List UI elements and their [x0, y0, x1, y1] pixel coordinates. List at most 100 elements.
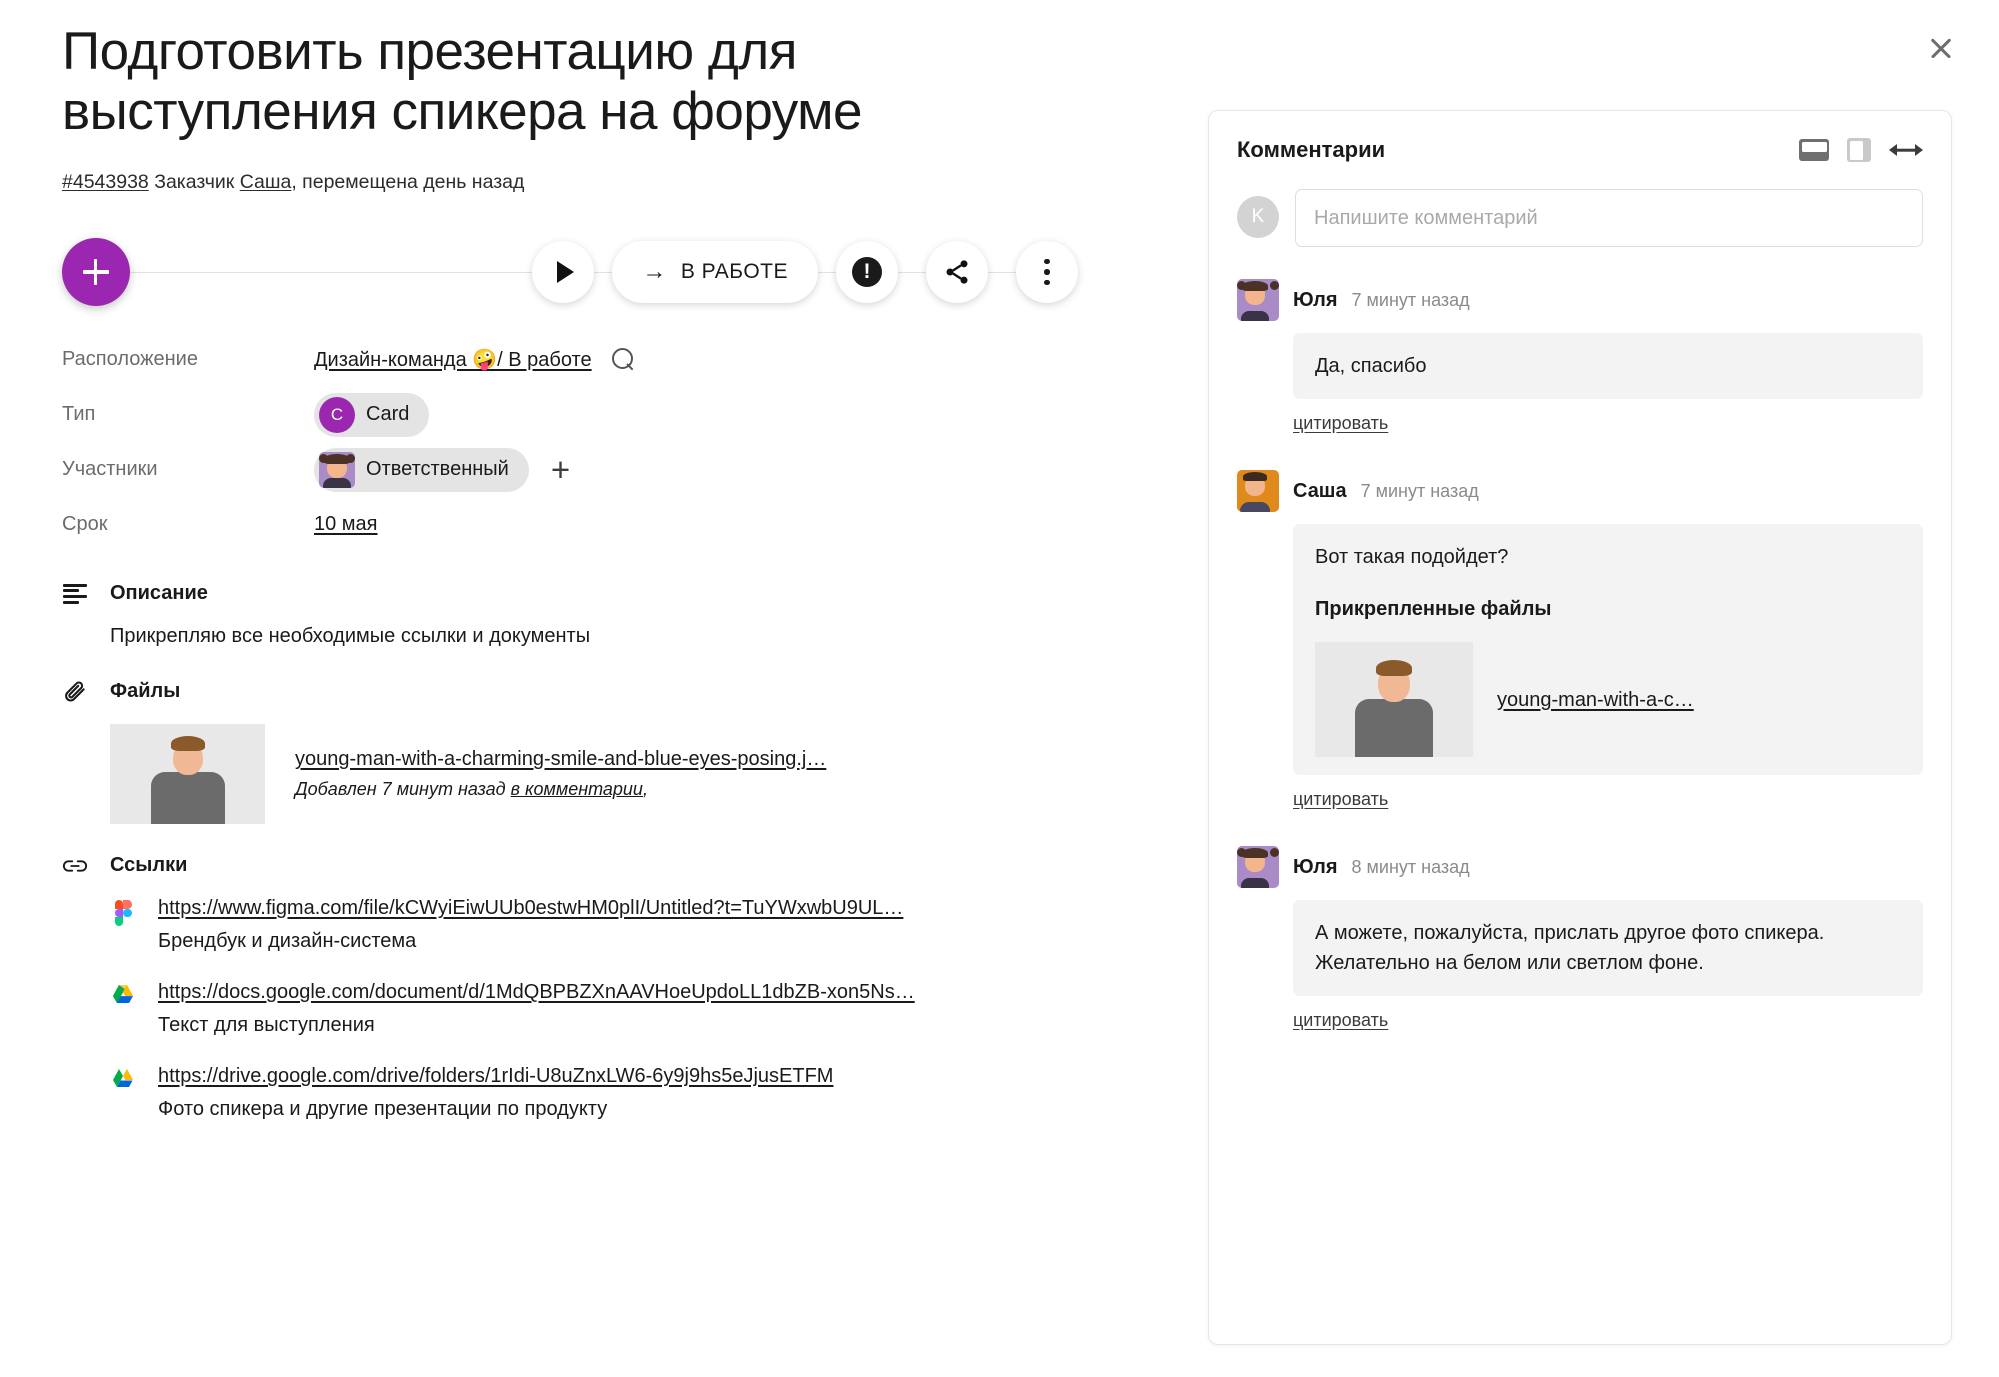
comment-header: Саша 7 минут назад — [1237, 470, 1923, 512]
property-value: Ответственный + — [314, 447, 570, 492]
customer-name-link[interactable]: Саша — [240, 171, 292, 193]
description-header: Описание — [62, 582, 1200, 605]
link-chain-icon — [62, 856, 88, 876]
file-item[interactable]: young-man-with-a-charming-smile-and-blue… — [110, 724, 1200, 825]
quote-button[interactable]: цитировать — [1293, 413, 1388, 434]
link-item: https://docs.google.com/document/d/1MdQB… — [110, 981, 1200, 1037]
comments-layout-tools — [1799, 138, 1923, 162]
action-toolbar: → В РАБОТЕ ! — [62, 224, 1092, 320]
close-icon — [1928, 35, 1954, 61]
link-url[interactable]: https://docs.google.com/document/d/1MdQB… — [158, 981, 915, 1004]
property-label: Участники — [62, 458, 158, 481]
property-label: Тип — [62, 403, 96, 426]
avatar — [319, 451, 355, 488]
comment-text: Вот такая подойдет? — [1315, 546, 1509, 568]
link-url[interactable]: https://www.figma.com/file/kCWyiEiwUUb0e… — [158, 897, 903, 920]
attachment-heading: Прикрепленные файлы — [1315, 598, 1552, 620]
comment-timestamp: 7 минут назад — [1360, 480, 1479, 501]
add-participant-button[interactable]: + — [551, 453, 570, 486]
task-properties: Расположение Дизайн-команда 🤪/ В работе … — [62, 332, 1200, 552]
property-label: Расположение — [62, 348, 198, 371]
more-icon — [1044, 258, 1050, 286]
status-button[interactable]: → В РАБОТЕ — [612, 241, 818, 304]
file-added-meta: Добавлен 7 минут назад в комментарии, — [295, 779, 826, 800]
close-button[interactable] — [1919, 26, 1963, 70]
comment-timestamp: 7 минут назад — [1351, 289, 1470, 310]
link-content: https://drive.google.com/drive/folders/1… — [158, 1065, 833, 1121]
files-header: Файлы — [62, 678, 1200, 704]
status-label: В РАБОТЕ — [680, 260, 788, 284]
deadline-link[interactable]: 10 мая — [314, 513, 378, 536]
share-icon — [946, 260, 968, 284]
search-icon[interactable] — [611, 348, 635, 371]
files-body: young-man-with-a-charming-smile-and-blue… — [110, 724, 1200, 825]
links-body: https://www.figma.com/file/kCWyiEiwUUb0e… — [110, 897, 1200, 1121]
plus-icon — [83, 259, 109, 286]
priority-button[interactable]: ! — [836, 241, 898, 304]
comments-title: Комментарии — [1237, 137, 1386, 162]
property-value: 10 мая — [314, 513, 378, 536]
description-body: Прикрепляю все необходимые ссылки и доку… — [110, 625, 1200, 648]
quote-button[interactable]: цитировать — [1293, 1010, 1388, 1031]
file-source-link[interactable]: в комментарии — [511, 779, 643, 799]
property-row-location: Расположение Дизайн-команда 🤪/ В работе — [62, 332, 1200, 387]
participant-chip[interactable]: Ответственный — [314, 447, 529, 492]
avatar — [1237, 470, 1279, 512]
property-row-participants: Участники Ответственный + — [62, 442, 1200, 497]
description-section: Описание Прикрепляю все необходимые ссыл… — [62, 582, 1200, 648]
participant-role-label: Ответственный — [366, 458, 509, 481]
file-thumbnail[interactable] — [110, 724, 265, 825]
comment-item: Юля 7 минут назад Да, спасибо цитировать — [1237, 279, 1923, 460]
task-main-column: Подготовить презентацию для выступления … — [0, 0, 1200, 1377]
customer-label: Заказчик — [154, 170, 235, 193]
arrow-right-icon: → — [642, 258, 667, 286]
link-description: Текст для выступления — [158, 1014, 375, 1037]
files-heading: Файлы — [110, 679, 181, 702]
layout-bottom-icon[interactable] — [1799, 139, 1829, 161]
start-timer-button[interactable] — [532, 241, 595, 304]
description-lines-icon — [62, 583, 88, 604]
property-label: Срок — [62, 513, 108, 536]
file-meta: young-man-with-a-charming-smile-and-blue… — [295, 748, 826, 800]
comments-panel-header: Комментарии — [1237, 137, 1923, 163]
comment-author: Саша — [1293, 479, 1347, 502]
play-icon — [556, 261, 574, 284]
links-heading: Ссылки — [110, 854, 188, 877]
google-drive-icon — [110, 1065, 136, 1121]
avatar — [1237, 846, 1279, 888]
link-content: https://docs.google.com/document/d/1MdQB… — [158, 981, 915, 1037]
type-chip[interactable]: C Card — [314, 392, 430, 437]
more-options-button[interactable] — [1016, 241, 1078, 304]
link-url[interactable]: https://drive.google.com/drive/folders/1… — [158, 1065, 833, 1088]
layout-side-icon[interactable] — [1847, 138, 1871, 162]
quote-button[interactable]: цитировать — [1293, 789, 1388, 810]
attachment-name-link[interactable]: young-man-with-a-c… — [1497, 685, 1694, 715]
link-item: https://www.figma.com/file/kCWyiEiwUUb0e… — [110, 897, 1200, 953]
exclamation-icon: ! — [852, 257, 882, 288]
type-avatar: C — [319, 396, 355, 433]
share-button[interactable] — [926, 241, 988, 304]
resize-arrows-icon[interactable] — [1889, 142, 1923, 158]
comment-text: Да, спасибо — [1293, 333, 1923, 399]
task-id-link[interactable]: #4543938 — [62, 171, 149, 193]
file-added-prefix: Добавлен 7 минут назад — [295, 779, 511, 800]
file-name-link[interactable]: young-man-with-a-charming-smile-and-blue… — [295, 748, 826, 771]
link-item: https://drive.google.com/drive/folders/1… — [110, 1065, 1200, 1121]
description-text: Прикрепляю все необходимые ссылки и доку… — [110, 625, 591, 648]
links-section: Ссылки https://www.figma.com/file/kCWyiE… — [62, 854, 1200, 1121]
comment-input[interactable] — [1295, 189, 1923, 247]
comment-item: Юля 8 минут назад А можете, пожалуйста, … — [1237, 846, 1923, 1057]
type-label: Card — [366, 403, 410, 426]
comment-body: Вот такая подойдет? Прикрепленные файлы … — [1293, 524, 1923, 775]
attachment-thumbnail[interactable] — [1315, 642, 1473, 757]
property-row-deadline: Срок 10 мая — [62, 497, 1200, 552]
paperclip-icon — [62, 678, 88, 704]
figma-icon — [110, 897, 136, 953]
google-drive-icon — [110, 981, 136, 1037]
task-detail-page: Подготовить презентацию для выступления … — [0, 0, 1999, 1377]
task-subline: #4543938 Заказчик Саша, перемещена день … — [62, 169, 1200, 196]
comment-author: Юля — [1293, 288, 1338, 311]
property-row-type: Тип C Card — [62, 387, 1200, 442]
add-button[interactable] — [62, 238, 130, 307]
location-link[interactable]: Дизайн-команда 🤪/ В работе — [314, 347, 592, 372]
